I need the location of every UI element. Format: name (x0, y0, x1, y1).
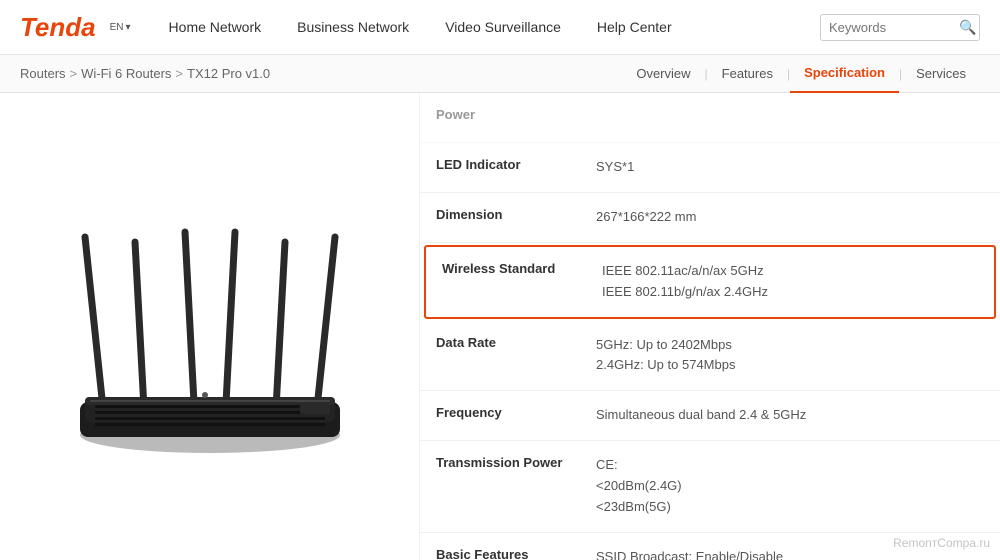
spec-row-power-partial: Power (420, 93, 1000, 143)
spec-row-datarate: Data Rate 5GHz: Up to 2402Mbps 2.4GHz: U… (420, 321, 1000, 392)
header: Tenda EN ▾ Home Network Business Network… (0, 0, 1000, 55)
watermark: RemonтCompa.ru (893, 536, 990, 550)
spec-value-txpower: CE: <20dBm(2.4G) <23dBm(5G) (580, 441, 1000, 531)
tab-overview[interactable]: Overview (622, 55, 704, 93)
spec-row-wireless: Wireless Standard IEEE 802.11ac/a/n/ax 5… (424, 245, 996, 319)
nav-help-center[interactable]: Help Center (579, 0, 690, 55)
spec-label-power: Power (420, 93, 580, 142)
breadcrumb-sep-2: > (175, 66, 183, 81)
spec-row-dimension: Dimension 267*166*222 mm (420, 193, 1000, 243)
spec-label-datarate: Data Rate (420, 321, 580, 391)
spec-label-led: LED Indicator (420, 143, 580, 192)
breadcrumb-current: TX12 Pro v1.0 (187, 66, 270, 81)
spec-row-frequency: Frequency Simultaneous dual band 2.4 & 5… (420, 391, 1000, 441)
main-nav: Home Network Business Network Video Surv… (151, 0, 820, 55)
breadcrumb-bar: Routers > Wi-Fi 6 Routers > TX12 Pro v1.… (0, 55, 1000, 93)
main-content: Power LED Indicator SYS*1 Dimension 267*… (0, 93, 1000, 560)
spec-label-dimension: Dimension (420, 193, 580, 242)
tab-specification[interactable]: Specification (790, 55, 899, 93)
tab-services[interactable]: Services (902, 55, 980, 93)
spec-label-frequency: Frequency (420, 391, 580, 440)
spec-value-led: SYS*1 (580, 143, 1000, 192)
product-image-panel (0, 93, 420, 560)
search-icon[interactable]: 🔍 (959, 19, 976, 36)
search-box: 🔍 (820, 14, 980, 41)
router-image (50, 187, 370, 467)
spec-value-dimension: 267*166*222 mm (580, 193, 1000, 242)
spec-value-datarate: 5GHz: Up to 2402Mbps 2.4GHz: Up to 574Mb… (580, 321, 1000, 391)
spec-panel[interactable]: Power LED Indicator SYS*1 Dimension 267*… (420, 93, 1000, 560)
breadcrumb-wifi6[interactable]: Wi-Fi 6 Routers (81, 66, 171, 81)
breadcrumb: Routers > Wi-Fi 6 Routers > TX12 Pro v1.… (20, 66, 270, 81)
nav-home-network[interactable]: Home Network (151, 0, 280, 55)
breadcrumb-routers[interactable]: Routers (20, 66, 66, 81)
router-svg (50, 187, 370, 467)
logo[interactable]: Tenda (20, 12, 96, 43)
search-input[interactable] (829, 20, 959, 35)
nav-video-surveillance[interactable]: Video Surveillance (427, 0, 579, 55)
spec-row-txpower: Transmission Power CE: <20dBm(2.4G) <23d… (420, 441, 1000, 532)
breadcrumb-sep-1: > (70, 66, 78, 81)
lang-selector[interactable]: EN ▾ (108, 22, 131, 33)
spec-value-power (580, 93, 1000, 142)
nav-business-network[interactable]: Business Network (279, 0, 427, 55)
tab-nav: Overview | Features | Specification | Se… (622, 55, 980, 93)
spec-value-wireless: IEEE 802.11ac/a/n/ax 5GHz IEEE 802.11b/g… (586, 247, 994, 317)
spec-label-wireless: Wireless Standard (426, 247, 586, 317)
spec-row-led: LED Indicator SYS*1 (420, 143, 1000, 193)
spec-label-basicfeatures: Basic Features (420, 533, 580, 560)
spec-label-txpower: Transmission Power (420, 441, 580, 531)
tab-features[interactable]: Features (708, 55, 787, 93)
spec-value-frequency: Simultaneous dual band 2.4 & 5GHz (580, 391, 1000, 440)
